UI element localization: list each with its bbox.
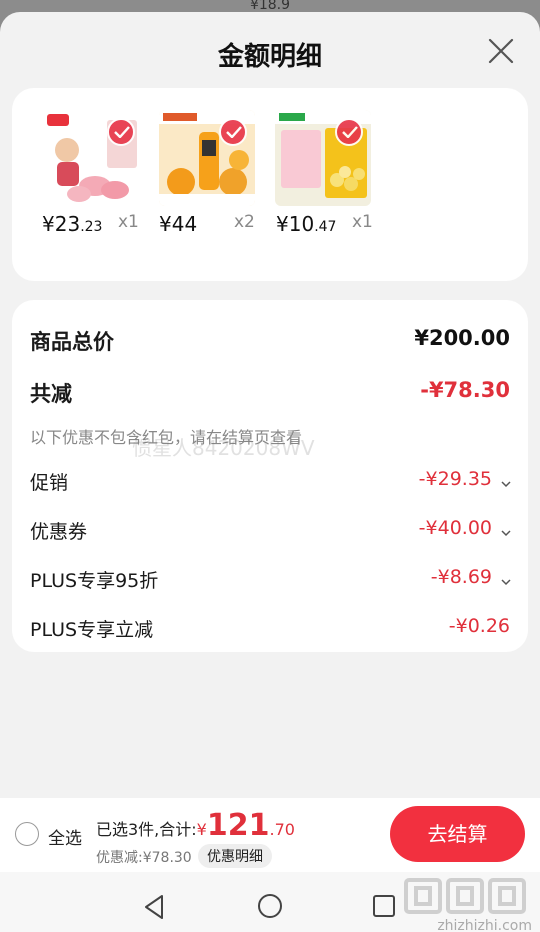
coupon-row[interactable]: 优惠券 -¥40.00 bbox=[30, 517, 512, 547]
selected-check-icon bbox=[335, 118, 363, 146]
sheet-title: 金额明细 bbox=[217, 42, 322, 72]
plus-discount-row[interactable]: PLUS专享95折 -¥8.69 bbox=[30, 566, 512, 596]
product-price: ¥44 bbox=[159, 212, 198, 236]
recents-icon[interactable] bbox=[372, 894, 396, 922]
watermark-text: 惯星人8420208WV bbox=[132, 436, 315, 460]
plus-reduction-value: -¥0.26 bbox=[448, 615, 510, 637]
total-reduction-label: 共减 bbox=[30, 382, 72, 406]
total-price-row: 商品总价 ¥200.00 bbox=[30, 326, 510, 356]
total-reduction-value: -¥78.30 bbox=[420, 378, 510, 402]
brand-url-text: zhizhizhi.com bbox=[437, 918, 532, 932]
product-item[interactable] bbox=[275, 110, 385, 206]
plus-discount-value: -¥8.69 bbox=[430, 566, 492, 588]
selected-check-icon bbox=[219, 118, 247, 146]
plus-reduction-row: PLUS专享立减 -¥0.26 bbox=[30, 615, 510, 645]
chevron-down-icon[interactable] bbox=[500, 523, 512, 537]
select-all-radio[interactable] bbox=[15, 822, 39, 846]
promotion-label: 促销 bbox=[30, 472, 69, 494]
discount-amount: 优惠减:¥78.30 bbox=[96, 850, 192, 866]
product-thumbnail bbox=[47, 110, 143, 206]
product-thumbnail bbox=[159, 110, 255, 206]
zhizhizhi-logo bbox=[402, 876, 530, 916]
product-qty: x1 bbox=[118, 212, 139, 232]
product-price: ¥10.47 bbox=[276, 212, 337, 236]
amount-detail-sheet: 金额明细 ¥23.23 x1 ¥44 x2 ¥10.47 x1 商品总价 ¥20… bbox=[0, 12, 540, 932]
discount-detail-button[interactable]: 优惠明细 bbox=[198, 844, 272, 868]
select-all-label[interactable]: 全选 bbox=[48, 824, 82, 849]
back-icon[interactable] bbox=[142, 894, 166, 924]
product-qty: x1 bbox=[352, 212, 373, 232]
product-qty: x2 bbox=[234, 212, 255, 232]
selected-check-icon bbox=[107, 118, 135, 146]
promotion-value: -¥29.35 bbox=[418, 468, 492, 490]
plus-reduction-label: PLUS专享立减 bbox=[30, 619, 154, 641]
selected-total: 已选3件,合计:¥121.70 bbox=[96, 808, 295, 843]
price-summary-card: 商品总价 ¥200.00 共减 -¥78.30 以下优惠不包含红包，请在结算页查… bbox=[12, 300, 528, 652]
home-icon[interactable] bbox=[257, 893, 283, 923]
total-price-value: ¥200.00 bbox=[414, 326, 510, 350]
chevron-down-icon[interactable] bbox=[500, 474, 512, 488]
checkout-bar: 全选 已选3件,合计:¥121.70 优惠减:¥78.30 优惠明细 去结算 bbox=[0, 798, 540, 872]
coupon-value: -¥40.00 bbox=[418, 517, 492, 539]
product-price: ¥23.23 bbox=[42, 212, 103, 236]
promotion-row[interactable]: 促销 -¥29.35 bbox=[30, 468, 512, 498]
total-reduction-row: 共减 -¥78.30 bbox=[30, 378, 510, 408]
coupon-label: 优惠券 bbox=[30, 521, 88, 543]
plus-discount-label: PLUS专享95折 bbox=[30, 570, 159, 592]
close-icon[interactable] bbox=[486, 36, 516, 66]
product-item[interactable] bbox=[159, 110, 269, 206]
checkout-button[interactable]: 去结算 bbox=[390, 806, 525, 862]
product-thumbnail bbox=[275, 110, 371, 206]
total-price-label: 商品总价 bbox=[30, 330, 114, 354]
product-list-card: ¥23.23 x1 ¥44 x2 ¥10.47 x1 bbox=[12, 88, 528, 281]
chevron-down-icon[interactable] bbox=[500, 572, 512, 586]
product-item[interactable] bbox=[47, 110, 157, 206]
system-nav-bar: zhizhizhi.com bbox=[0, 872, 540, 932]
